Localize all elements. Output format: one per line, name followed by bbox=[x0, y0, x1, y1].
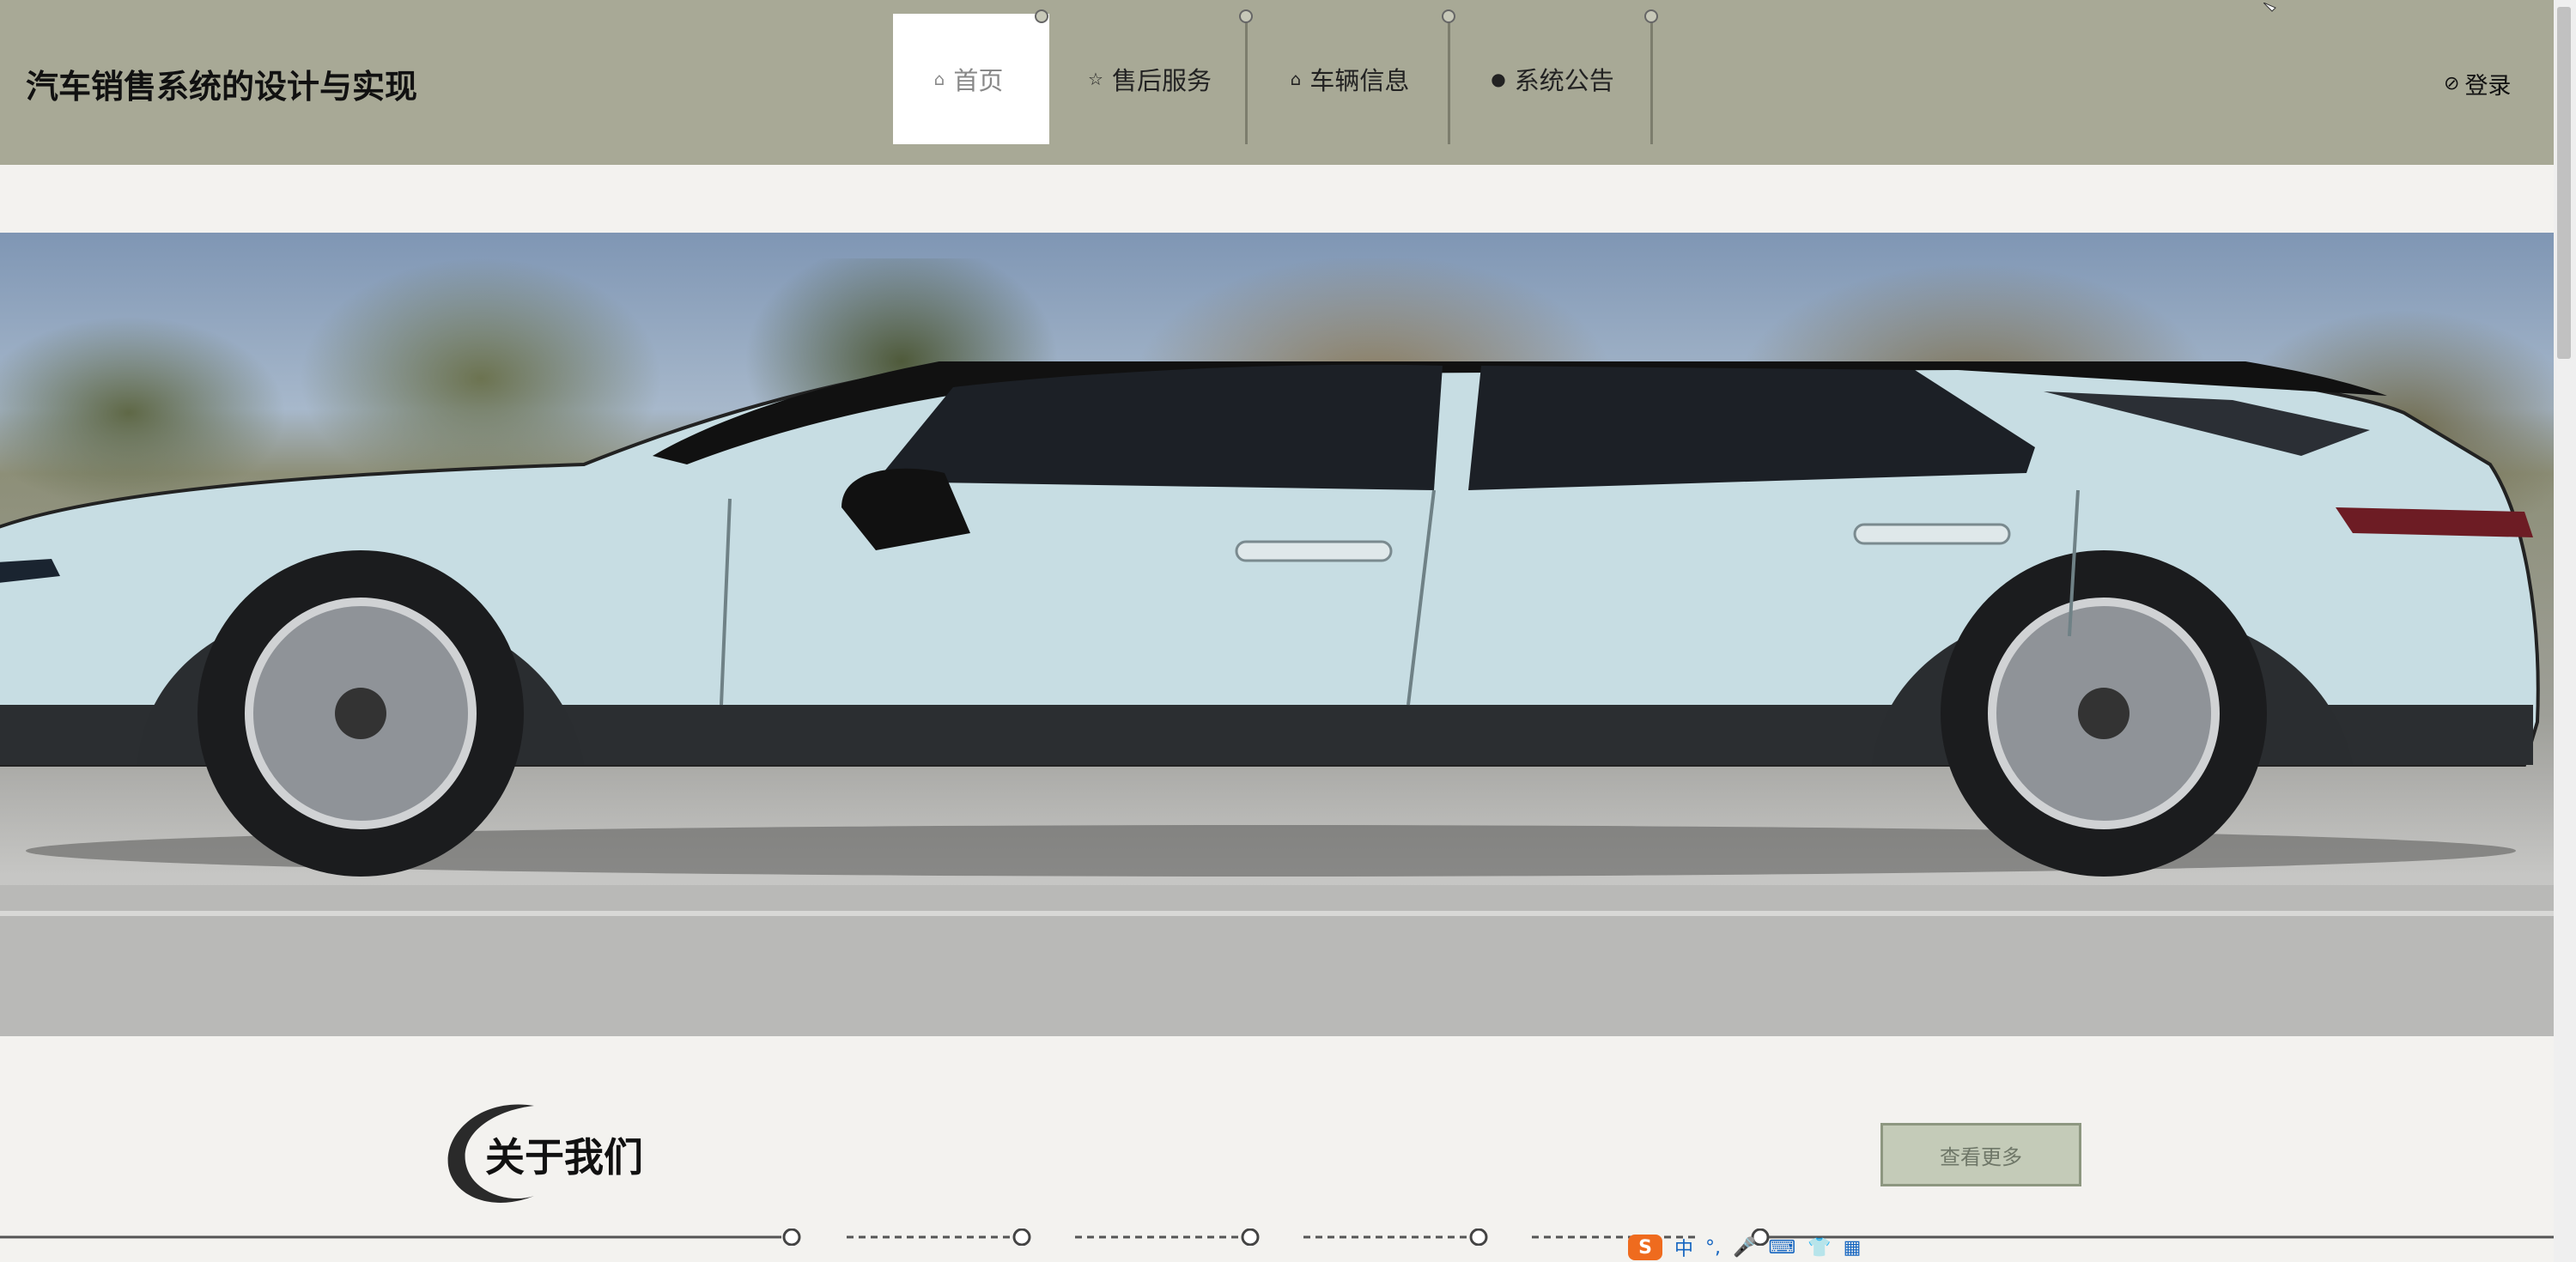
nav-announcements[interactable]: ● 系统公告 bbox=[1453, 14, 1652, 144]
nav-home[interactable]: ⌂ 首页 bbox=[893, 14, 1044, 144]
check-circle-icon: ⊘ bbox=[2444, 73, 2460, 94]
microphone-icon[interactable]: 🎤 bbox=[1733, 1237, 1756, 1259]
timeline-divider bbox=[0, 1229, 2554, 1246]
nav-divider bbox=[1044, 14, 1049, 144]
banner-carousel[interactable] bbox=[0, 233, 2554, 1036]
grid-icon[interactable]: ▦ bbox=[1844, 1237, 1862, 1259]
view-more-button[interactable]: 查看更多 bbox=[1880, 1123, 2081, 1186]
nav-after-sales-label: 售后服务 bbox=[1111, 66, 1212, 95]
login-label: 登录 bbox=[2464, 73, 2512, 100]
banner-road-line bbox=[0, 911, 2554, 916]
nav-divider bbox=[1245, 14, 1248, 144]
nav-home-label: 首页 bbox=[953, 66, 1004, 95]
ime-mode[interactable]: 中 bbox=[1674, 1234, 1693, 1261]
skin-icon[interactable]: 👕 bbox=[1807, 1237, 1831, 1259]
ime-logo-icon[interactable]: S bbox=[1628, 1235, 1662, 1260]
nav-vehicle-info-label: 车辆信息 bbox=[1309, 66, 1410, 95]
site-title: 汽车销售系统的设计与实现 bbox=[26, 68, 418, 106]
about-us-title: 关于我们 bbox=[485, 1134, 643, 1180]
home-icon: ⌂ bbox=[933, 69, 945, 89]
banner-car-image bbox=[0, 361, 2540, 877]
star-icon: ☆ bbox=[1088, 69, 1103, 89]
mouse-cursor bbox=[2263, 0, 2281, 12]
ime-toolbar: S 中 °, 🎤 ⌨ 👕 ▦ bbox=[1623, 1233, 1906, 1262]
nav-vehicle-info[interactable]: ⌂ 车辆信息 bbox=[1250, 14, 1449, 144]
lock-icon: ⌂ bbox=[1290, 69, 1302, 89]
nav-pin bbox=[1644, 9, 1658, 23]
alert-icon: ● bbox=[1491, 69, 1506, 89]
nav-after-sales[interactable]: ☆ 售后服务 bbox=[1054, 14, 1245, 144]
nav-announcements-label: 系统公告 bbox=[1514, 66, 1614, 95]
login-link[interactable]: ⊘ 登录 bbox=[2444, 67, 2511, 100]
nav-pin bbox=[1035, 9, 1048, 23]
nav-divider bbox=[1650, 14, 1653, 144]
scrollbar-thumb[interactable] bbox=[2557, 7, 2571, 359]
banner-road bbox=[0, 885, 2554, 1036]
keyboard-icon[interactable]: ⌨ bbox=[1768, 1237, 1795, 1259]
site-header: 汽车销售系统的设计与实现 ⌂ 首页 ☆ 售后服务 ⌂ 车辆信息 ● 系统公告 ⊘… bbox=[0, 0, 2554, 165]
ime-punct[interactable]: °, bbox=[1705, 1237, 1721, 1259]
nav-divider bbox=[1448, 14, 1450, 144]
